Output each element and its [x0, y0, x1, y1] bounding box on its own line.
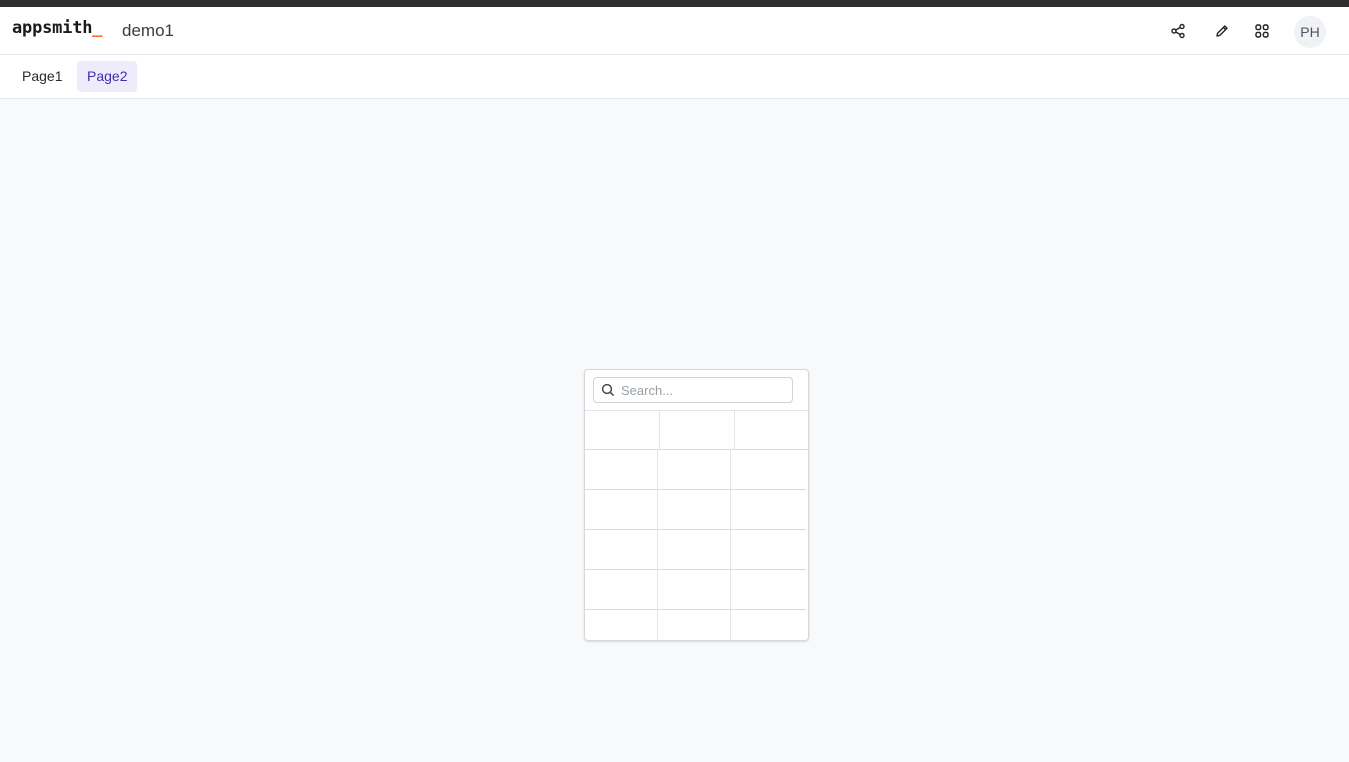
table-search-box[interactable]	[593, 377, 793, 403]
tab-page1[interactable]: Page1	[12, 61, 72, 92]
apps-grid-icon	[1255, 24, 1269, 38]
table-cell[interactable]	[658, 610, 731, 640]
table-cell[interactable]	[731, 530, 806, 569]
table-cell[interactable]	[658, 570, 731, 609]
user-avatar[interactable]: PH	[1294, 16, 1326, 48]
table-cell[interactable]	[585, 490, 658, 529]
logo-text: appsmith	[12, 18, 93, 38]
table-cell[interactable]	[658, 450, 731, 489]
table-header-cell[interactable]	[585, 411, 660, 449]
appsmith-logo[interactable]: appsmith_	[12, 18, 103, 38]
table-cell[interactable]	[731, 450, 806, 489]
top-strip	[0, 0, 1349, 7]
table-cell[interactable]	[731, 490, 806, 529]
tab-page2[interactable]: Page2	[77, 61, 138, 92]
table-cell[interactable]	[731, 610, 806, 640]
table-header-cell[interactable]	[660, 411, 735, 449]
apps-button[interactable]	[1250, 19, 1274, 43]
table-widget[interactable]	[584, 369, 809, 641]
edit-app-button[interactable]	[1210, 19, 1234, 43]
table-cell[interactable]	[585, 450, 658, 489]
table-cell[interactable]	[585, 610, 658, 640]
share-button[interactable]	[1166, 19, 1190, 43]
table-cell[interactable]	[658, 530, 731, 569]
table-body	[585, 450, 806, 640]
search-icon	[601, 383, 615, 397]
share-icon	[1171, 23, 1185, 39]
table-row[interactable]	[585, 450, 806, 490]
table-row[interactable]	[585, 570, 806, 610]
page-tabs: Page1 Page2	[0, 55, 1349, 99]
table-cell[interactable]	[658, 490, 731, 529]
table-header-cell[interactable]	[735, 411, 808, 449]
table-cell[interactable]	[585, 570, 658, 609]
table-cell[interactable]	[585, 530, 658, 569]
table-row[interactable]	[585, 530, 806, 570]
app-header: appsmith_ demo1 PH	[0, 7, 1349, 55]
table-search-input[interactable]	[621, 381, 786, 399]
app-name: demo1	[122, 21, 174, 40]
table-row[interactable]	[585, 610, 806, 640]
edit-pencil-icon	[1216, 25, 1228, 37]
logo-cursor: _	[92, 18, 103, 38]
table-header	[585, 410, 808, 450]
table-row[interactable]	[585, 490, 806, 530]
table-cell[interactable]	[731, 570, 806, 609]
